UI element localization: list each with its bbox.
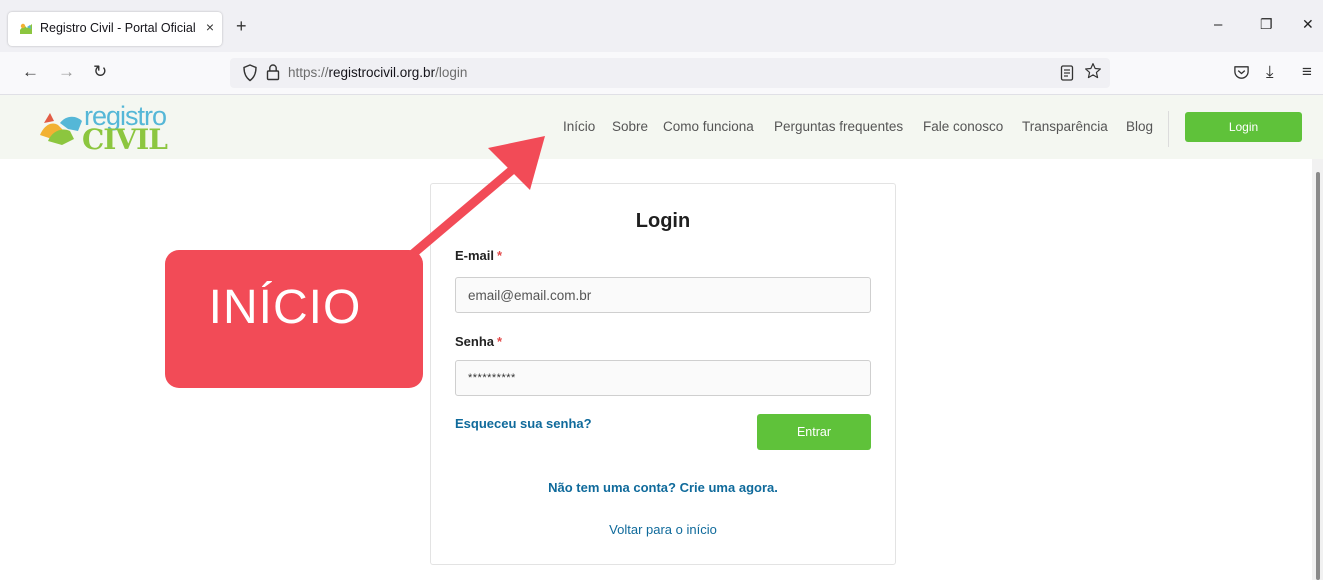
site-nav: Início Sobre Como funciona Perguntas fre… <box>0 119 1323 139</box>
back-to-home-link[interactable]: Voltar para o início <box>431 522 895 537</box>
page-scrollbar-thumb[interactable] <box>1316 172 1320 580</box>
nav-item-perguntas-frequentes[interactable]: Perguntas frequentes <box>774 119 903 134</box>
url-path: /login <box>435 65 468 80</box>
tracking-shield-icon[interactable] <box>242 64 258 82</box>
password-label: Senha * <box>455 334 502 349</box>
browser-tab[interactable]: Registro Civil - Portal Oficial × <box>8 12 222 46</box>
submit-button[interactable]: Entrar <box>757 414 871 450</box>
address-bar[interactable]: https://registrocivil.org.br/login <box>230 58 1110 88</box>
lock-icon[interactable] <box>266 63 280 81</box>
login-title: Login <box>635 210 691 232</box>
new-tab-icon[interactable]: + <box>236 17 247 35</box>
reload-icon[interactable]: ↻ <box>93 62 107 82</box>
restore-icon[interactable]: ❐ <box>1260 16 1273 33</box>
required-marker: * <box>497 248 503 263</box>
email-field[interactable] <box>455 277 871 313</box>
browser-tab-bar: Registro Civil - Portal Oficial × + – ❐ … <box>0 0 1323 52</box>
nav-item-inicio[interactable]: Início <box>563 119 595 134</box>
nav-divider <box>1168 111 1169 147</box>
nav-item-sobre[interactable]: Sobre <box>612 119 648 134</box>
downloads-icon[interactable]: ⤓ <box>1266 62 1274 82</box>
url-text[interactable]: https://registrocivil.org.br/login <box>288 65 467 80</box>
close-window-icon[interactable]: ✕ <box>1302 16 1314 33</box>
url-domain: registrocivil.org.br <box>328 65 436 80</box>
nav-item-blog[interactable]: Blog <box>1126 119 1153 134</box>
email-label: E-mail * <box>455 248 502 263</box>
tab-close-icon[interactable]: × <box>206 19 214 35</box>
annotation-callout-text: INÍCIO <box>208 281 362 334</box>
email-label-text: E-mail <box>455 248 495 263</box>
forward-icon[interactable]: → <box>58 62 75 82</box>
minimize-icon[interactable]: – <box>1214 16 1222 33</box>
reader-view-icon[interactable] <box>1060 64 1074 82</box>
nav-item-como-funciona[interactable]: Como funciona <box>663 119 754 134</box>
forgot-password-link[interactable]: Esqueceu sua senha? <box>455 416 592 431</box>
nav-item-fale-conosco[interactable]: Fale conosco <box>923 119 1003 134</box>
login-card: Login E-mail* Senha* Esqueceu sua senha?… <box>430 183 896 565</box>
site-header: registro CIVIL Início Sobre Como funcion… <box>0 95 1323 159</box>
signup-link[interactable]: Não tem uma conta? Crie uma agora. <box>431 480 895 495</box>
bookmark-star-icon[interactable] <box>1084 62 1102 80</box>
url-prefix: https:// <box>288 65 329 80</box>
back-icon[interactable]: ← <box>22 62 39 82</box>
site-favicon-icon <box>20 23 32 34</box>
pocket-icon[interactable] <box>1233 64 1250 81</box>
password-field[interactable] <box>455 360 871 396</box>
annotation-callout: INÍCIO <box>165 250 423 388</box>
header-login-button[interactable]: Login <box>1185 112 1302 142</box>
browser-nav-bar: ← → ↻ https://registrocivil.org.br/login… <box>0 52 1323 95</box>
nav-item-transparencia[interactable]: Transparência <box>1022 119 1108 134</box>
menu-icon[interactable]: ≡ <box>1302 62 1312 82</box>
tab-title: Registro Civil - Portal Oficial <box>40 21 196 35</box>
password-label-text: Senha <box>455 334 495 349</box>
required-marker: * <box>497 334 503 349</box>
